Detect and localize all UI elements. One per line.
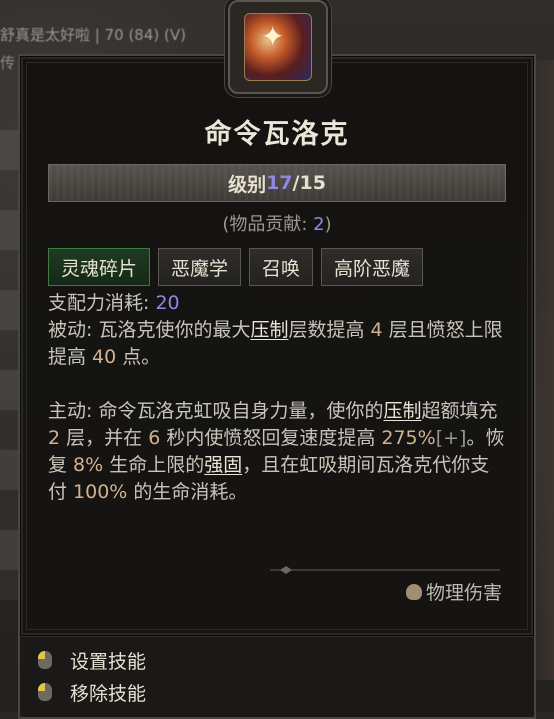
- background-ui-strip: [0, 130, 18, 600]
- set-skill-button[interactable]: 设置技能: [38, 646, 146, 674]
- ornament-divider: [270, 566, 500, 574]
- item-contribution: (物品贡献: 2): [222, 214, 332, 235]
- passive-text: 被动: 瓦洛克使你的最大压制层数提高 4 层且愤怒上限提高 40 点。: [48, 319, 503, 368]
- skill-description: 支配力消耗: 20 被动: 瓦洛克使你的最大压制层数提高 4 层且愤怒上限提高 …: [48, 290, 508, 506]
- left-mouse-icon: [38, 651, 52, 669]
- keyword-link[interactable]: 强固: [204, 454, 242, 476]
- keyword-link[interactable]: 压制: [383, 400, 421, 422]
- chat-line: 传: [0, 54, 16, 72]
- summon-skill-icon: [244, 13, 312, 81]
- chat-line: 舒真是太好啦 | 70 (84) (V): [0, 26, 186, 44]
- skill-actions: 设置技能 移除技能: [38, 646, 146, 710]
- rank-current: 17: [266, 172, 293, 194]
- damage-type: 物理伤害: [405, 578, 502, 605]
- rank-label: 级别: [228, 173, 267, 196]
- tag-summon[interactable]: 召唤: [249, 248, 314, 286]
- tag-soul-shard[interactable]: 灵魂碎片: [48, 248, 151, 286]
- left-mouse-icon: [38, 683, 52, 701]
- skill-tags: 灵魂碎片 恶魔学 召唤 高阶恶魔: [48, 248, 424, 286]
- tag-greater-demon[interactable]: 高阶恶魔: [321, 248, 424, 286]
- skill-rank-bar: 级别 17/15: [48, 164, 506, 202]
- skull-icon: [405, 583, 422, 600]
- remove-skill-button[interactable]: 移除技能: [38, 678, 146, 706]
- tag-demonology[interactable]: 恶魔学: [158, 248, 242, 286]
- rank-max: /15: [292, 172, 326, 194]
- dominance-cost: 支配力消耗: 20: [48, 292, 180, 314]
- dominance-value: 20: [155, 292, 180, 314]
- skill-title: 命令瓦洛克: [204, 119, 350, 150]
- contribution-value: 2: [313, 214, 325, 235]
- skill-icon-frame: [228, 0, 328, 94]
- active-text: 主动: 命令瓦洛克虹吸自身力量，使你的压制超额填充 2 层，并在 6 秒内使愤怒…: [48, 400, 505, 503]
- keyword-link[interactable]: 压制: [250, 319, 288, 341]
